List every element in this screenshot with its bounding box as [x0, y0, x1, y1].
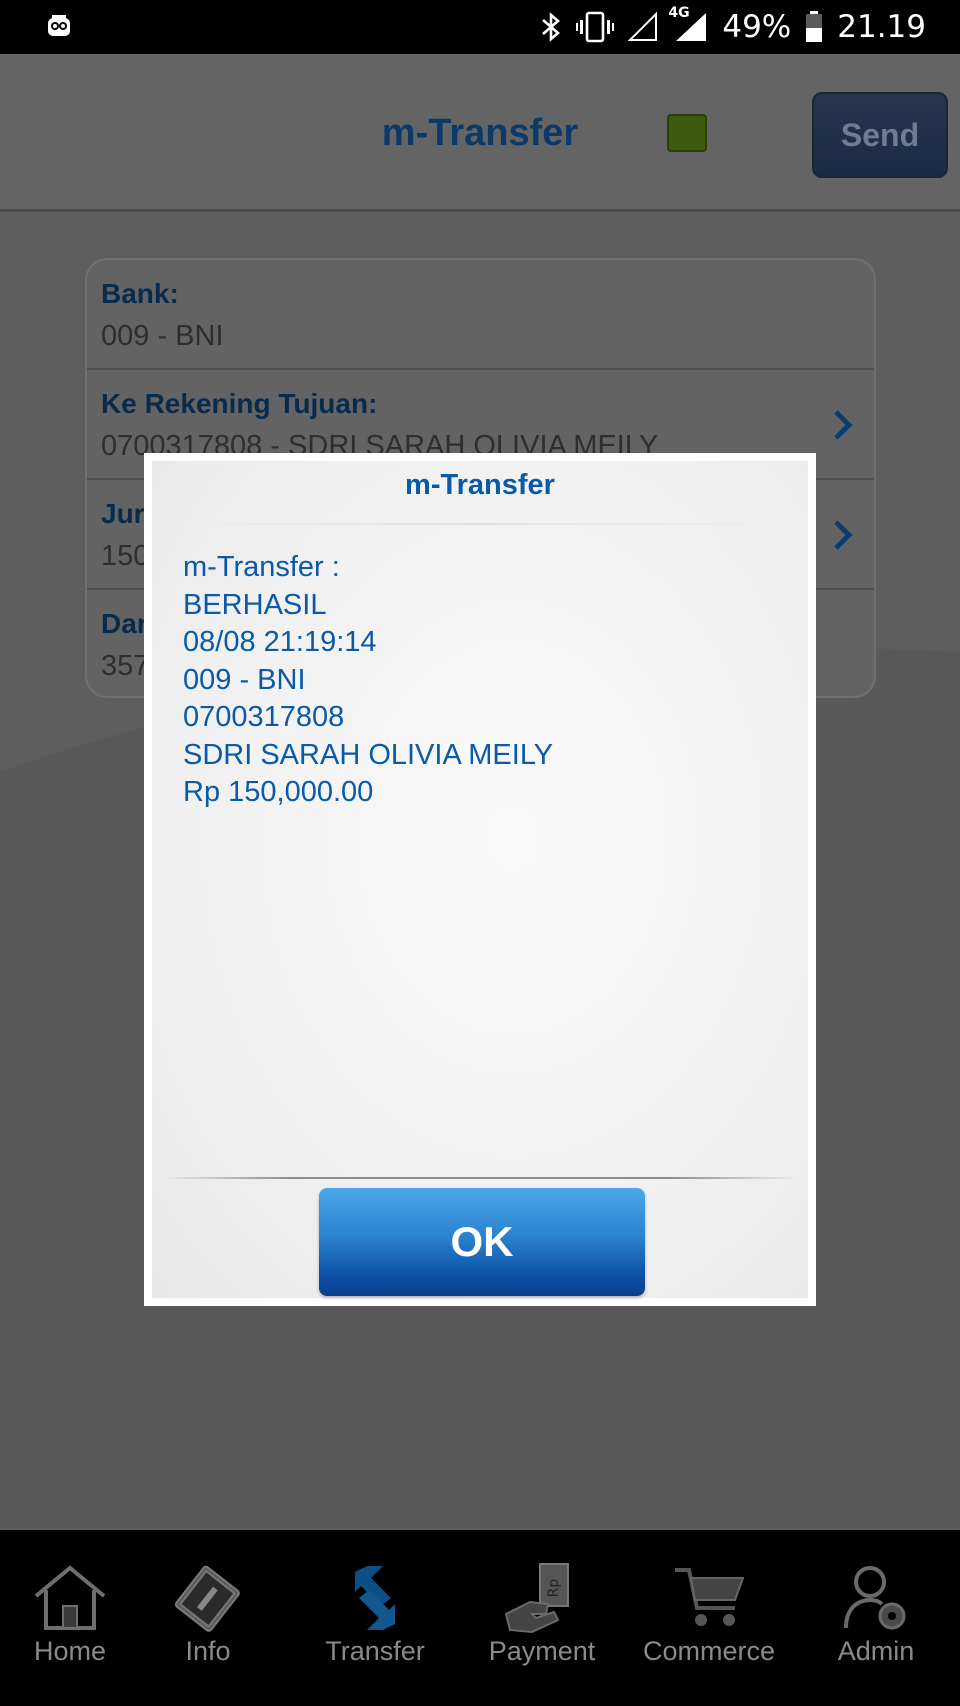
- form-row-label: Bank:: [101, 278, 179, 309]
- vibrate-icon: [576, 11, 615, 43]
- form-row-bank[interactable]: Bank: 009 - BNI: [87, 260, 874, 370]
- dialog-body: m-Transfer m-Transfer : BERHASIL 08/08 2…: [152, 461, 808, 1298]
- dialog-title-divider: [162, 523, 798, 525]
- nav-item-transfer[interactable]: Transfer: [295, 1530, 455, 1706]
- notification-app-icon: [48, 15, 70, 36]
- battery-percent: 49%: [722, 9, 792, 45]
- clock: 21.19: [837, 9, 926, 45]
- signal-4g-icon: 4G: [668, 5, 708, 43]
- dialog-divider: [162, 1177, 798, 1179]
- signal-empty-icon: [628, 12, 658, 41]
- message-line: Rp 150,000.00: [183, 776, 374, 808]
- nav-label: Payment: [488, 1636, 596, 1666]
- info-icon: [174, 1565, 240, 1632]
- message-line: SDRI SARAH OLIVIA MEILY: [183, 738, 554, 771]
- ok-button[interactable]: OK: [319, 1188, 645, 1296]
- nav-item-admin[interactable]: Admin: [796, 1530, 956, 1706]
- status-bar: 4G 49% 21.19: [0, 0, 960, 54]
- message-line: 0700317808: [183, 701, 345, 733]
- message-line: m-Transfer :: [183, 551, 340, 583]
- battery-icon: [806, 11, 823, 42]
- nav-label: Info: [185, 1636, 231, 1666]
- form-row-label: Jur: [101, 498, 145, 529]
- form-row-value: 150: [101, 540, 150, 572]
- message-line: BERHASIL: [183, 588, 327, 621]
- nav-label: Commerce: [642, 1636, 776, 1666]
- chevron-right-icon: [834, 410, 853, 440]
- form-row-value: 009 - BNI: [101, 320, 224, 352]
- chevron-right-icon: [834, 520, 853, 550]
- dialog-message: m-Transfer : BERHASIL 08/08 21:19:14 009…: [183, 549, 553, 812]
- network-type: 4G: [668, 5, 690, 21]
- home-icon: [34, 1565, 106, 1630]
- message-line: 009 - BNI: [183, 663, 306, 696]
- send-button[interactable]: Send: [812, 92, 948, 178]
- app-header: m-Transfer Send: [0, 54, 960, 212]
- nav-label: Transfer: [325, 1636, 425, 1666]
- payment-icon: Rp: [504, 1563, 569, 1634]
- form-row-value: 357: [101, 650, 150, 682]
- connection-indicator: [667, 114, 707, 152]
- cart-icon: [675, 1568, 745, 1626]
- transfer-icon: [355, 1566, 395, 1630]
- nav-item-payment[interactable]: Rp Payment: [462, 1530, 622, 1706]
- dialog-title: m-Transfer: [405, 469, 555, 501]
- svg-text:Rp: Rp: [546, 1579, 562, 1598]
- nav-item-info[interactable]: Info: [128, 1530, 288, 1706]
- form-row-label: Ke Rekening Tujuan:: [101, 388, 378, 419]
- result-dialog: m-Transfer m-Transfer : BERHASIL 08/08 2…: [144, 453, 816, 1306]
- bottom-navigation: Home Info Transfer Rp Payment Commerce A…: [0, 1530, 960, 1706]
- nav-item-commerce[interactable]: Commerce: [629, 1530, 789, 1706]
- nav-label: Admin: [837, 1636, 915, 1666]
- form-row-label: Dar: [101, 608, 148, 639]
- message-line: 08/08 21:19:14: [183, 626, 377, 658]
- admin-icon: [844, 1566, 906, 1630]
- bluetooth-icon: [542, 12, 561, 42]
